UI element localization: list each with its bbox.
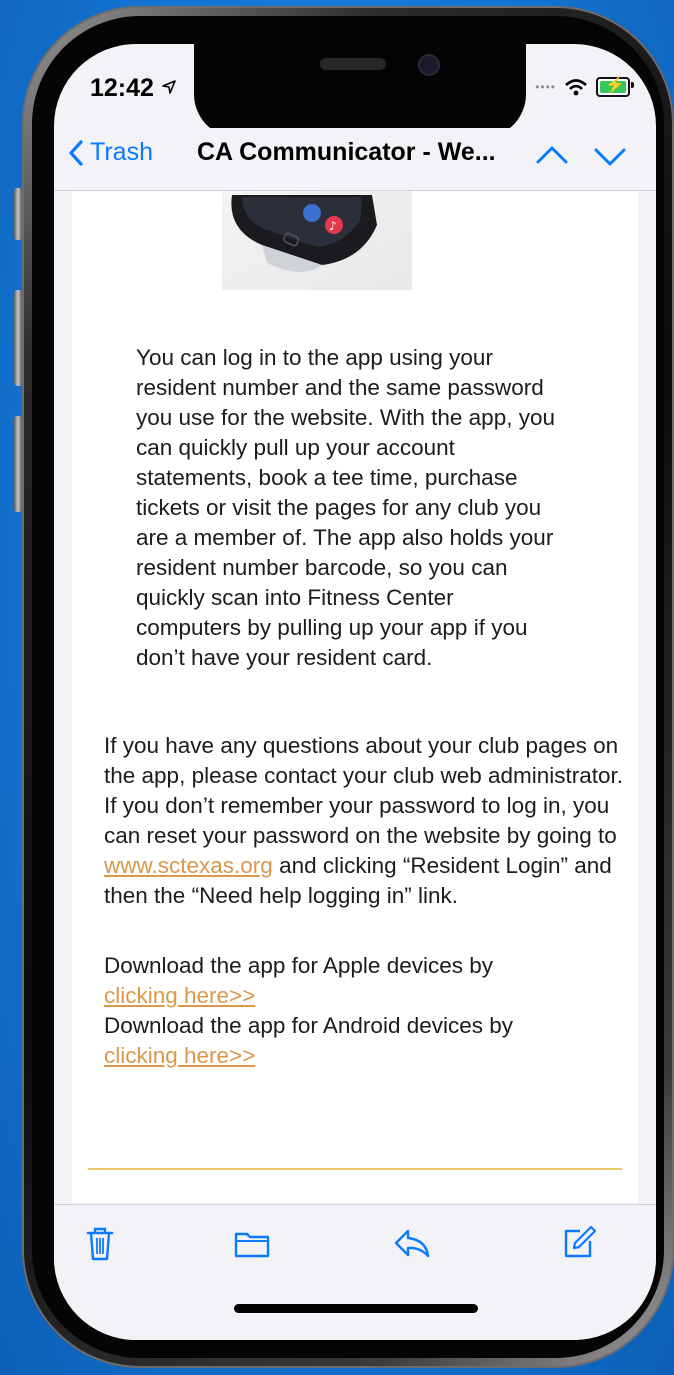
folder-icon[interactable] <box>232 1223 272 1263</box>
volume-up-button <box>14 290 22 386</box>
charging-bolt-icon: ⚡ <box>605 77 625 94</box>
trash-icon[interactable] <box>80 1223 120 1263</box>
next-message-chevron-down-icon[interactable] <box>590 136 630 176</box>
front-camera <box>418 54 440 76</box>
compose-icon[interactable] <box>558 1223 598 1263</box>
mail-navbar: Trash CA Communicator - We... <box>54 128 656 191</box>
signal-dots-icon: •••• <box>535 80 556 94</box>
volume-down-button <box>14 416 22 512</box>
back-button-label: Trash <box>90 138 153 166</box>
previous-message-chevron-up-icon[interactable] <box>532 136 572 176</box>
notch <box>194 44 526 138</box>
apple-download-text: Download the app for Apple devices by <box>104 953 494 978</box>
email-body[interactable]: ♪ You can log in to the app using your r… <box>72 191 638 1203</box>
battery-icon: ⚡ <box>596 77 634 97</box>
mail-toolbar <box>54 1204 656 1340</box>
android-download-link[interactable]: clicking here>> <box>104 1043 255 1068</box>
paragraph-questions: If you have any questions about your clu… <box>104 733 624 908</box>
mute-switch <box>14 188 22 240</box>
reply-icon[interactable] <box>392 1223 432 1263</box>
status-icons: •••• ⚡ <box>535 77 634 97</box>
sctexas-website-link[interactable]: www.sctexas.org <box>104 853 273 878</box>
home-indicator[interactable] <box>234 1304 478 1313</box>
content-divider <box>88 1168 622 1170</box>
speaker-grille <box>320 58 386 70</box>
smartphone-image: ♪ <box>222 191 412 290</box>
apple-download-link[interactable]: clicking here>> <box>104 983 255 1008</box>
paragraph-app-login: You can log in to the app using your res… <box>136 345 555 670</box>
location-arrow-icon <box>162 80 176 94</box>
back-button[interactable]: Trash <box>68 138 153 167</box>
wifi-icon <box>565 79 587 96</box>
svg-text:♪: ♪ <box>329 219 337 233</box>
paragraph-download: Download the app for Apple devices by cl… <box>104 951 629 1071</box>
message-subject-title: CA Communicator - We... <box>197 138 496 166</box>
phone-screen: 12:42 •••• ⚡ Trash CA Communicator - We.… <box>54 44 656 1340</box>
status-time: 12:42 <box>90 74 177 103</box>
android-download-text: Download the app for Android devices by <box>104 1013 514 1038</box>
chevron-left-icon <box>69 139 83 166</box>
